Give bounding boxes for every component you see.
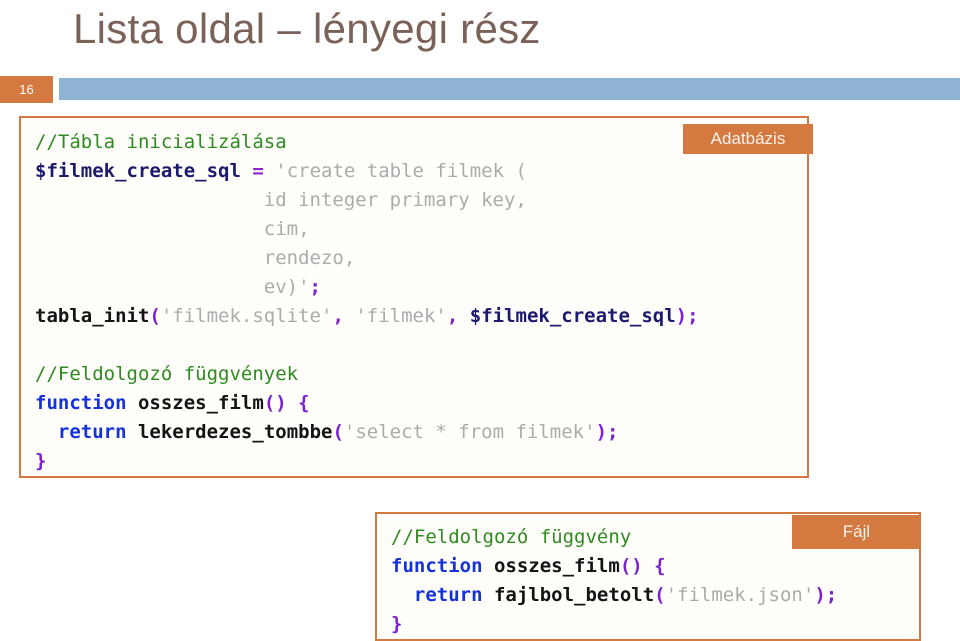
database-tag-label: Adatbázis: [683, 124, 813, 154]
code-token-fn: tabla_init: [35, 305, 150, 327]
code-token-punct: }: [391, 613, 403, 635]
code-token-comment: //Feldolgozó függvény: [391, 526, 632, 548]
code-token-string: ev)': [35, 276, 310, 298]
code-token-punct: (: [654, 584, 666, 606]
code-token-punct: (: [149, 305, 161, 327]
code-token-punct: (: [332, 421, 344, 443]
code-token-punct: () {: [619, 555, 666, 577]
code-token-string: 'filmek.sqlite': [160, 305, 333, 327]
code-token-punct: );: [675, 305, 699, 327]
code-token-comment: //Tábla inicializálása: [35, 131, 287, 153]
code-token-punct: }: [35, 450, 47, 472]
code-token-comment: //Feldolgozó függvények: [35, 363, 299, 385]
code-token-punct: ,: [446, 305, 459, 327]
slide-number-badge: 16: [0, 76, 53, 103]
code-token-fn: osszes_film: [137, 392, 264, 414]
code-token-op: =: [252, 160, 264, 182]
file-tag-label: Fájl: [792, 515, 921, 549]
code-token-kw: return: [57, 421, 127, 443]
code-token-kw: function: [391, 555, 483, 577]
code-token-kw: function: [35, 392, 127, 414]
code-token-fn: fajlbol_betolt: [493, 584, 655, 606]
code-token-string: id integer primary key,: [35, 189, 527, 211]
code-token-kw: return: [413, 584, 483, 606]
code-token-string: 'filmek': [355, 305, 447, 327]
code-token-punct: ,: [332, 305, 344, 327]
code-token-fn: lekerdezes_tombbe: [137, 421, 333, 443]
title-divider: [59, 78, 960, 100]
code-token-punct: () {: [263, 392, 310, 414]
database-code-block: //Tábla inicializálása $filmek_create_sq…: [19, 116, 809, 478]
code-token-var: $filmek_create_sql: [469, 305, 676, 327]
code-token-string: 'filmek.json': [665, 584, 815, 606]
code-token-string: cim,: [35, 218, 310, 240]
code-token-punct: );: [814, 584, 838, 606]
code-token-fn: osszes_film: [493, 555, 620, 577]
database-code-text: //Tábla inicializálása $filmek_create_sq…: [21, 118, 807, 476]
code-token-string: rendezo,: [35, 247, 356, 269]
code-token-string: 'select * from filmek': [343, 421, 596, 443]
page-title: Lista oldal – lényegi rész: [73, 5, 541, 52]
code-token-string: 'create table filmek (: [275, 160, 527, 182]
code-token-var: $filmek_create_sql: [35, 160, 241, 182]
code-token-punct: );: [595, 421, 619, 443]
code-token-punct: ;: [309, 276, 321, 298]
